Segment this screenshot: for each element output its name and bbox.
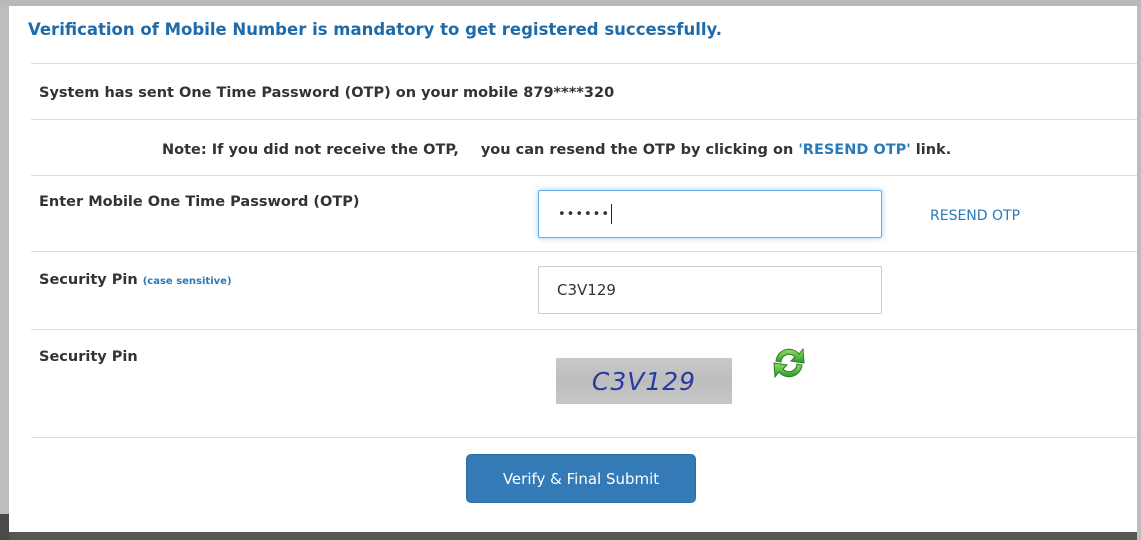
case-sensitive-hint: (case sensitive) xyxy=(142,276,232,287)
note-resend-reference: 'RESEND OTP' xyxy=(798,142,911,158)
window-left-border-dark xyxy=(0,514,9,540)
captcha-text: C3V129 xyxy=(591,366,697,396)
captcha-image: C3V129 xyxy=(556,358,732,404)
resend-note: Note: If you did not receive the OTP, you… xyxy=(162,142,951,158)
security-pin-label-text: Security Pin xyxy=(39,272,138,288)
resend-otp-link[interactable]: RESEND OTP xyxy=(930,208,1020,224)
otp-sent-message: System has sent One Time Password (OTP) … xyxy=(39,85,615,101)
divider xyxy=(31,251,1137,252)
captcha-label: Security Pin xyxy=(39,349,138,365)
divider xyxy=(31,437,1137,438)
window-bottom-border xyxy=(9,532,1137,540)
otp-label: Enter Mobile One Time Password (OTP) xyxy=(39,194,360,210)
verify-final-submit-button[interactable]: Verify & Final Submit xyxy=(466,454,696,503)
divider xyxy=(31,329,1137,330)
note-prefix: Note: If you did not receive the OTP, xyxy=(162,142,459,158)
otp-input[interactable] xyxy=(538,190,882,238)
note-middle: you can resend the OTP by clicking on xyxy=(480,142,794,158)
window-left-border xyxy=(0,6,9,540)
divider xyxy=(31,63,1137,64)
divider xyxy=(31,119,1137,120)
window-right-border xyxy=(1137,6,1141,540)
verification-header: Verification of Mobile Number is mandato… xyxy=(28,20,723,39)
note-suffix: link. xyxy=(915,142,952,158)
divider xyxy=(31,175,1137,176)
security-pin-label: Security Pin (case sensitive) xyxy=(39,272,232,288)
refresh-icon[interactable] xyxy=(768,343,810,383)
verification-panel: Verification of Mobile Number is mandato… xyxy=(9,6,1137,532)
security-pin-input[interactable] xyxy=(538,266,882,314)
